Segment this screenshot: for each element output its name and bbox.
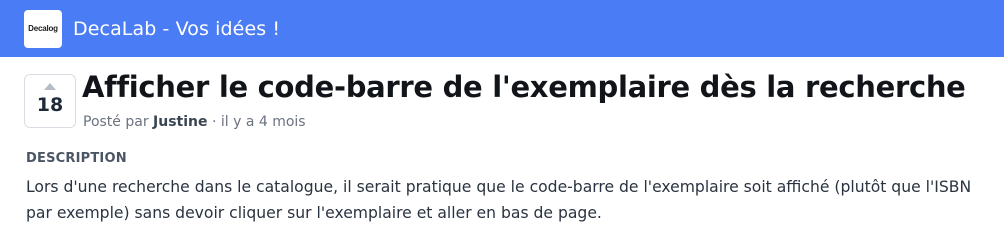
- description-heading: DESCRIPTION: [26, 151, 127, 166]
- upvote-button[interactable]: 18: [24, 74, 76, 128]
- description-body: Lors d'une recherche dans le catalogue, …: [26, 178, 972, 222]
- vote-count: 18: [36, 94, 64, 116]
- post-title: Afficher le code-barre de l'exemplaire d…: [82, 70, 966, 104]
- post-meta: Posté par Justine · il y a 4 mois: [83, 114, 306, 130]
- post-age: · il y a 4 mois: [211, 114, 306, 130]
- top-header-bar: Decalog DecaLab - Vos idées !: [0, 0, 1004, 57]
- logo-text: Decalog: [28, 24, 58, 33]
- meta-prefix: Posté par: [83, 114, 149, 130]
- brand-title[interactable]: DecaLab - Vos idées !: [73, 18, 280, 40]
- author-name[interactable]: Justine: [153, 114, 207, 130]
- decalog-logo[interactable]: Decalog: [24, 9, 62, 48]
- upvote-arrow-icon: [44, 83, 56, 90]
